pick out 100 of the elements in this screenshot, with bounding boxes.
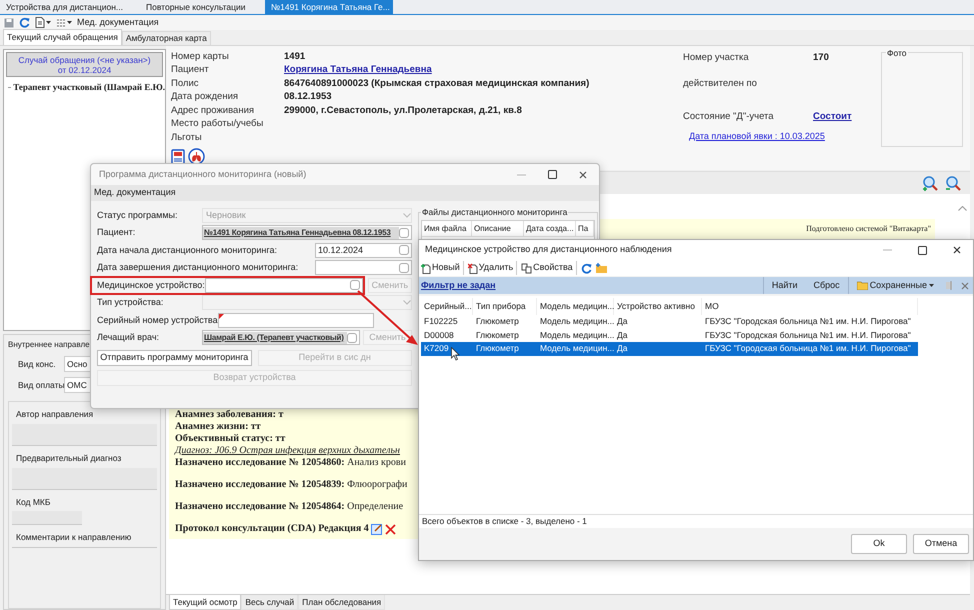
save-icon[interactable] [4, 18, 14, 28]
lookup-field[interactable]: Шамрай Е.Ю. (Терапевт участковый) [202, 330, 360, 346]
delete-icon[interactable] [384, 524, 396, 534]
scroll-up-icon[interactable] [958, 206, 966, 211]
input-field[interactable] [218, 312, 374, 328]
column-header[interactable]: Па [578, 222, 588, 234]
zoom-in-icon[interactable] [922, 174, 939, 192]
link[interactable]: Дата плановой явки : 10.03.2025 [689, 130, 878, 144]
field-value: 08.12.1953 [284, 90, 332, 104]
protocol-text: Протокол консультации (CDA) Редакция 4 [175, 523, 369, 535]
order-text: Назначено исследование № 12054839: Флюорографи [175, 479, 408, 491]
ok-button[interactable]: Ok [851, 534, 907, 554]
menu-item[interactable]: Мед. документация [94, 186, 176, 200]
column-header[interactable]: Устройство активно [617, 300, 695, 313]
toolbar-button[interactable]: Свойства [521, 261, 577, 275]
zoom-out-icon[interactable] [945, 174, 962, 192]
table-cell: Модель медицин... [540, 343, 614, 354]
table-row[interactable]: K7209 Глюкометр Модель медицин... Да ГБУЗС "Городская больница №1 им. Н.И. Пирогова" [421, 342, 918, 356]
field-value: 1491 [284, 50, 306, 64]
lookup-field[interactable] [204, 278, 363, 293]
field-label: Медицинское устройство: [97, 278, 205, 292]
table-cell: ГБУЗС "Городская больница №1 им. Н.И. Пирогова" [705, 316, 911, 328]
maximize-icon[interactable] [548, 170, 557, 179]
table-cell: ГБУЗС "Городская больница №1 им. Н.И. Пирогова" [705, 330, 911, 341]
close-filter-icon[interactable] [961, 282, 969, 290]
document-icon[interactable] [35, 17, 45, 28]
mouse-cursor-icon [451, 347, 460, 361]
browse-button[interactable] [399, 262, 409, 273]
caret-icon[interactable] [46, 21, 51, 24]
close-icon[interactable] [579, 170, 587, 178]
toolbar-button[interactable]: Новый [421, 261, 464, 275]
field-label: Вид конс. [18, 358, 57, 370]
tab[interactable]: Весь случай [241, 595, 298, 610]
caret-icon[interactable] [67, 21, 72, 24]
window-title: Программа дистанционного мониторинга (новый) [99, 168, 308, 181]
refresh-icon[interactable] [19, 17, 30, 28]
column-header[interactable]: Имя файла [424, 222, 466, 234]
record-text: Анамнез заболевания: т [175, 409, 284, 421]
field-label: Вид оплаты [18, 378, 64, 392]
link[interactable]: Состоит [813, 110, 852, 124]
link[interactable]: Корягина Татьяна Геннадьевна [284, 63, 432, 78]
credit-text: Подготовлено системой "Витакарта" [806, 223, 932, 235]
field-label: Серийный номер устройства [97, 314, 218, 327]
document-tab[interactable]: Повторные консультации [140, 0, 265, 14]
refresh-icon[interactable] [580, 262, 592, 274]
grid-icon[interactable] [56, 18, 66, 28]
section-label: Код МКБ [15, 496, 52, 508]
tab[interactable]: Текущий осмотр [169, 595, 242, 610]
lookup-field[interactable]: №1491 Корягина Татьяна Геннадьевна 08.12.1953 [202, 225, 412, 240]
column-header[interactable]: Серийный... [424, 300, 472, 313]
lungs-icon[interactable] [188, 148, 205, 164]
toolbar-button[interactable]: Удалить [468, 261, 518, 275]
tab[interactable]: План обследования [298, 595, 386, 610]
cancel-button[interactable]: Отмена [913, 534, 969, 554]
filter-button[interactable]: Найти [762, 277, 806, 294]
delete-document-icon[interactable] [468, 262, 478, 274]
table-cell: ГБУЗС "Городская больница №1 им. Н.И. Пирогова" [705, 343, 911, 354]
table-cell: Да [617, 343, 628, 354]
filter-button[interactable]: Сброс [806, 277, 848, 294]
field-value: 170 [813, 51, 829, 66]
properties-icon[interactable] [521, 262, 532, 274]
table-cell: Модель медицин... [540, 316, 614, 328]
field-value: 8647640891000023 (Крымская страховая медицинская компания) [284, 76, 590, 91]
tab[interactable]: Амбулаторная карта [122, 31, 211, 45]
maximize-icon[interactable] [918, 246, 927, 254]
edit-icon[interactable] [370, 523, 383, 535]
new-icon[interactable] [421, 262, 431, 274]
section-label: Автор направления [15, 408, 94, 421]
date-field[interactable] [315, 260, 412, 276]
date-field[interactable]: 10.12.2024 [315, 242, 412, 258]
browse-button[interactable] [399, 245, 409, 256]
tree-item[interactable]: Терапевт участковый (Шамрай Е.Ю. [13, 81, 165, 94]
clipboard-icon[interactable] [171, 148, 185, 164]
action-button[interactable]: Отправить программу мониторинга [97, 350, 252, 366]
column-header[interactable]: Модель медицин... [540, 300, 614, 313]
caret-icon[interactable] [929, 284, 934, 287]
saved-filters-button[interactable]: Сохраненные [848, 277, 942, 294]
filter-link[interactable]: Фильтр не задан [421, 280, 496, 290]
column-header[interactable]: МО [705, 300, 719, 313]
field-label: Пациент [171, 63, 210, 78]
menu-item[interactable]: Мед. документация [77, 16, 159, 30]
status-text: Всего объектов в списке - 3, выделено - 1 [422, 515, 587, 528]
column-header[interactable]: Дата созда... [526, 222, 574, 234]
table-cell: Модель медицин... [540, 330, 614, 341]
table-row[interactable]: D00008 Глюкометр Модель медицин... Да ГБУЗС "Городская больница №1 им. Н.И. Пирогова" [421, 328, 918, 342]
group-title: Файлы дистанционного мониторинга [421, 206, 568, 219]
table-row[interactable]: F102225 Глюкометр Модель медицин... Да ГБУЗС "Городская больница №1 им. Н.И. Пирогова" [421, 315, 918, 328]
field-label: Лечащий врач: [97, 331, 160, 344]
column-header[interactable]: Тип прибора [476, 300, 526, 313]
field-label: Дата завершения дистанционного мониторинга: [97, 261, 300, 274]
document-tab[interactable]: №1491 Корягина Татьяна Ге... [265, 0, 393, 14]
section-label: Предварительный диагноз [15, 452, 122, 464]
record-text: Анамнез жизни: тт [175, 421, 261, 433]
close-icon[interactable] [953, 246, 961, 254]
case-header[interactable]: Случай обращения (<не указан>) от 02.12.2024 [6, 52, 163, 77]
field-label: Место работы/учебы [171, 117, 264, 132]
column-header[interactable]: Описание [474, 222, 511, 234]
folder-icon[interactable] [596, 263, 607, 273]
read-only-field [12, 511, 82, 526]
document-tab[interactable]: Устройства для дистанцион... [0, 0, 140, 14]
